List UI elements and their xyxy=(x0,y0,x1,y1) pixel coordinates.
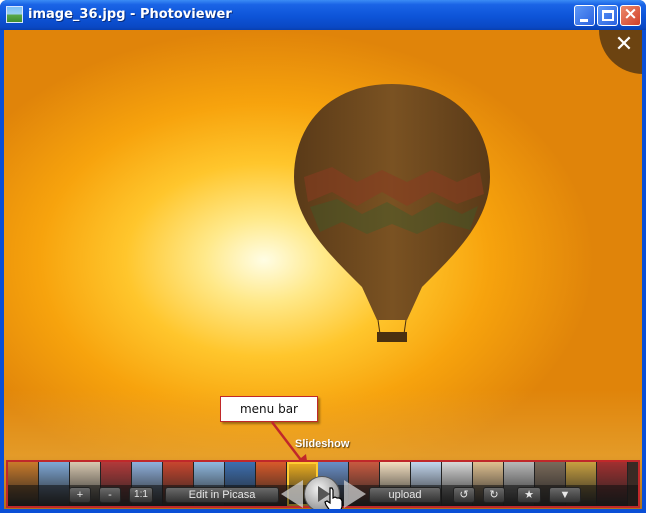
close-icon: × xyxy=(623,4,638,24)
callout-label: menu bar xyxy=(239,402,298,416)
upload-button[interactable]: upload xyxy=(369,487,441,503)
minimize-icon xyxy=(580,19,588,22)
photo-view[interactable]: ✕ menu bar Slideshow + - 1:1 Edit in Pic… xyxy=(4,30,642,509)
photoviewer-app-icon xyxy=(6,6,23,23)
maximize-icon xyxy=(602,10,614,21)
previous-image-button[interactable] xyxy=(281,480,303,508)
star-button[interactable]: ★ xyxy=(517,487,541,503)
zoom-in-button[interactable]: + xyxy=(69,487,91,503)
rotate-left-button[interactable]: ↺ xyxy=(453,487,475,503)
photoviewer-window: image_36.jpg - Photoviewer × ✕ menu bar … xyxy=(0,0,646,513)
slideshow-tooltip: Slideshow xyxy=(295,438,350,450)
edit-in-picasa-button[interactable]: Edit in Picasa xyxy=(165,487,279,503)
hot-air-balloon-image xyxy=(294,84,490,342)
zoom-out-button[interactable]: - xyxy=(99,487,121,503)
actual-size-button[interactable]: 1:1 xyxy=(129,487,153,503)
hand-cursor-icon xyxy=(324,487,343,509)
rotate-right-button[interactable]: ↻ xyxy=(483,487,505,503)
more-options-button[interactable]: ▼ xyxy=(549,487,581,503)
close-viewer-icon[interactable]: ✕ xyxy=(610,31,638,59)
next-image-button[interactable] xyxy=(344,480,366,508)
minimize-button[interactable] xyxy=(574,5,595,26)
maximize-button[interactable] xyxy=(597,5,618,26)
menu-bar-callout: menu bar xyxy=(220,396,318,422)
window-title: image_36.jpg - Photoviewer xyxy=(28,7,232,22)
close-window-button[interactable]: × xyxy=(620,4,641,26)
title-bar[interactable]: image_36.jpg - Photoviewer × xyxy=(0,0,646,30)
